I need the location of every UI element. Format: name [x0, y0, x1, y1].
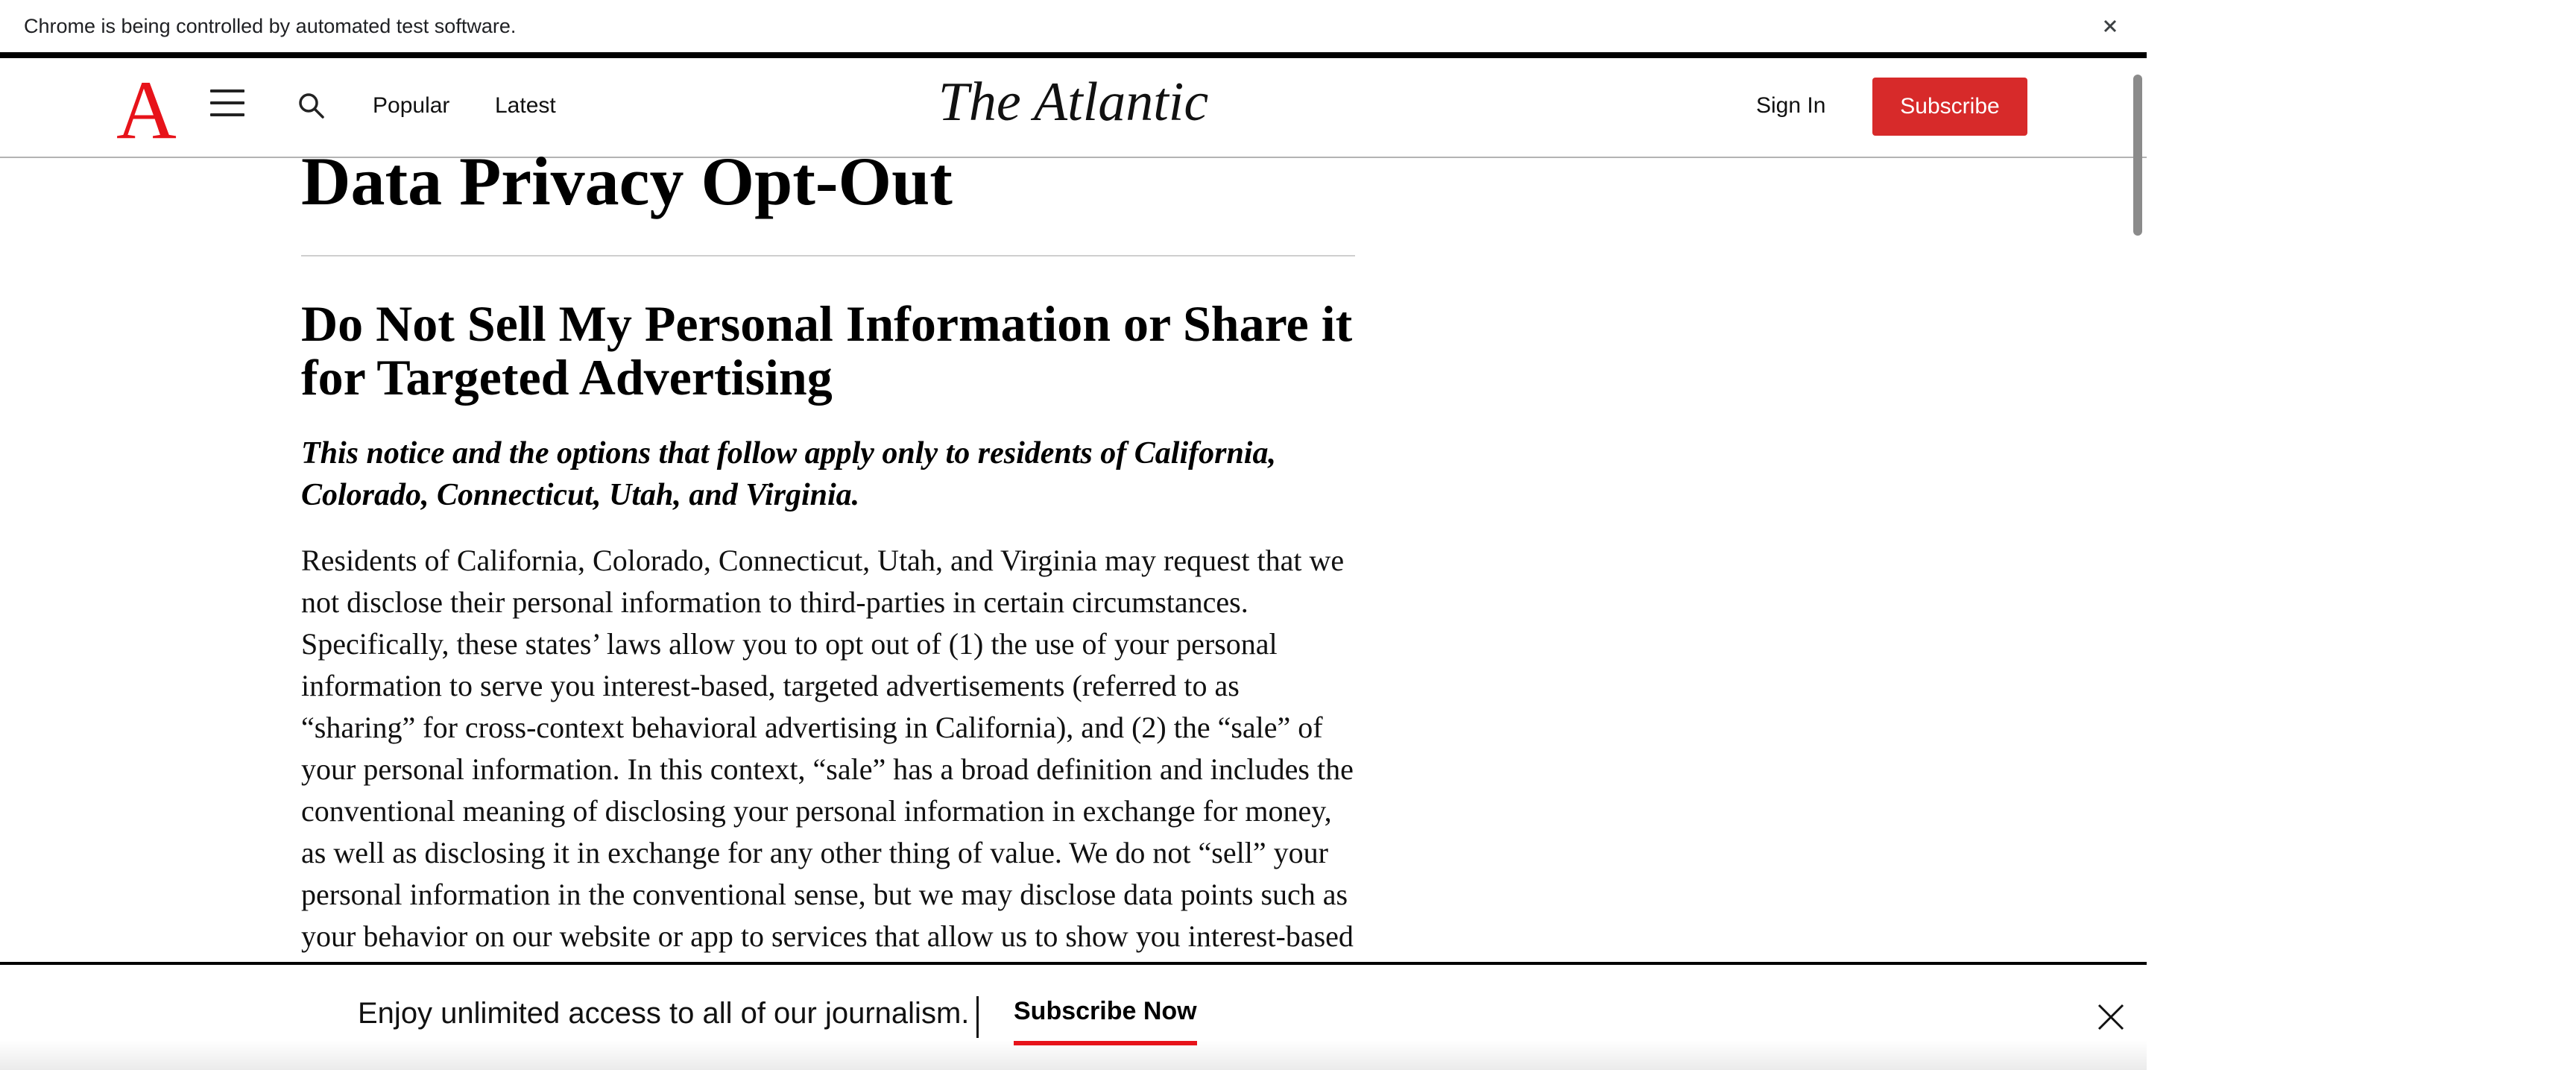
- menu-icon[interactable]: [210, 89, 244, 118]
- subscribe-banner: Enjoy unlimited access to all of our jou…: [0, 962, 2147, 1070]
- banner-text: Enjoy unlimited access to all of our jou…: [358, 997, 970, 1030]
- automation-infobar: Chrome is being controlled by automated …: [0, 0, 2147, 58]
- page-scrollbar[interactable]: [2130, 72, 2145, 989]
- residency-notice: This notice and the options that follow …: [301, 436, 1276, 512]
- subscribe-now-link[interactable]: Subscribe Now: [1014, 981, 1197, 1045]
- site-wordmark[interactable]: The Atlantic: [857, 58, 1289, 146]
- section-heading: Do Not Sell My Personal Information or S…: [301, 295, 1353, 406]
- empty-side-area: [2147, 0, 2576, 1070]
- close-icon[interactable]: [2096, 1002, 2126, 1032]
- nav-popular[interactable]: Popular: [373, 58, 449, 154]
- atlantic-logo[interactable]: A: [116, 69, 177, 152]
- search-icon[interactable]: [297, 91, 326, 121]
- infobar-text: Chrome is being controlled by automated …: [24, 15, 517, 37]
- sign-in-link[interactable]: Sign In: [1756, 58, 1825, 154]
- close-icon[interactable]: [2093, 9, 2127, 43]
- body-paragraph: Residents of California, Colorado, Conne…: [301, 544, 1354, 953]
- nav-latest[interactable]: Latest: [495, 58, 556, 154]
- page-title: Data Privacy Opt-Out: [301, 143, 953, 219]
- title-divider: [301, 255, 1355, 257]
- browser-viewport: Chrome is being controlled by automated …: [0, 0, 2147, 1070]
- subscribe-button[interactable]: Subscribe: [1872, 78, 2027, 136]
- banner-divider: [976, 996, 979, 1038]
- scrollbar-thumb[interactable]: [2133, 75, 2142, 236]
